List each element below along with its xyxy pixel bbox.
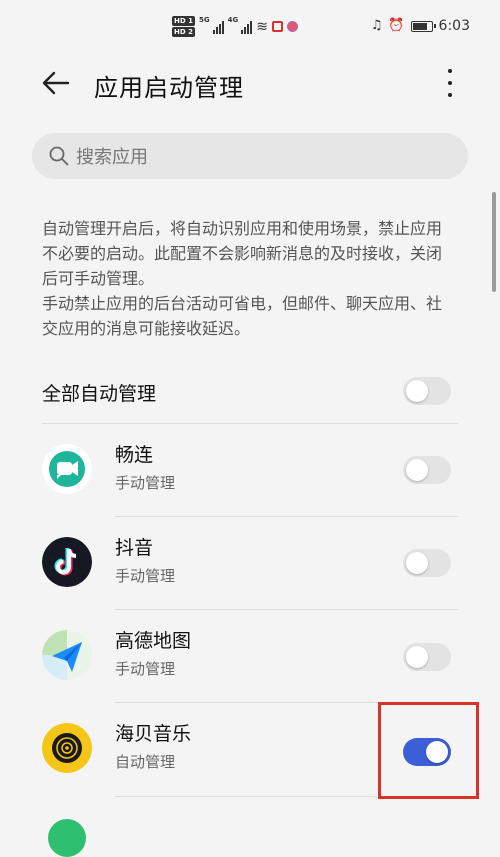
page-title: 应用启动管理 [94, 74, 244, 102]
signal2-label: 4G [227, 16, 239, 24]
notification-icon [271, 21, 283, 32]
app-name: 畅连 [115, 444, 154, 466]
status-time: 6:03 [438, 18, 470, 34]
app-name: 抖音 [115, 537, 154, 559]
app-name: 海贝音乐 [115, 723, 192, 745]
toggle-knob [406, 380, 428, 402]
signal1-icon [212, 20, 224, 34]
app-status: 手动管理 [115, 474, 176, 492]
toggle-knob [406, 552, 428, 574]
toggle-knob [406, 646, 428, 668]
highlight-box [378, 702, 479, 799]
more-options-button[interactable] [443, 65, 457, 101]
app-row-changlian[interactable]: 畅连 手动管理 [0, 424, 500, 514]
description-text: 自动管理开启后，将自动识别应用和使用场景，禁止应用不必要的启动。此配置不会影响新… [42, 216, 456, 341]
hd1-badge: HD 1 [172, 16, 195, 26]
app-row-douyin[interactable]: 抖音 手动管理 [0, 517, 500, 607]
auto-manage-all-row[interactable]: 全部自动管理 [42, 372, 458, 412]
battery-icon [410, 20, 436, 32]
description-paragraph-1: 自动管理开启后，将自动识别应用和使用场景，禁止应用不必要的启动。此配置不会影响新… [42, 219, 443, 288]
wifi-icon: ≋ [256, 18, 268, 35]
alarm-icon: ⏰ [388, 18, 405, 33]
app-status: 手动管理 [115, 660, 176, 678]
next-app-icon [48, 819, 86, 857]
amap-icon [42, 630, 92, 680]
headphones-icon: ♫ [370, 18, 383, 33]
auto-manage-all-label: 全部自动管理 [42, 383, 157, 405]
battery-level [412, 22, 427, 30]
douyin-icon [42, 537, 92, 587]
more-dot-icon [448, 81, 452, 85]
auto-manage-all-toggle[interactable] [403, 377, 451, 405]
status-icons-center: HD 1 HD 2 5G 4G ≋ [172, 16, 298, 37]
status-bar: HD 1 HD 2 5G 4G ≋ ♫ ⏰ 6:03 [0, 0, 500, 50]
app-name: 高德地图 [115, 630, 192, 652]
hd-badges: HD 1 HD 2 [172, 16, 195, 37]
status-icons-right: ♫ ⏰ 6:03 [371, 18, 470, 34]
hd2-badge: HD 2 [172, 27, 195, 37]
back-arrow-icon [42, 71, 70, 95]
app-status: 手动管理 [115, 567, 176, 585]
hiby-music-icon [42, 723, 92, 773]
app-row-next[interactable] [0, 797, 500, 857]
signal2-icon [241, 20, 253, 34]
app-toggle-douyin[interactable] [403, 549, 451, 577]
app-notification-icon [286, 21, 298, 32]
changlian-icon [42, 444, 92, 494]
app-row-amap[interactable]: 高德地图 手动管理 [0, 610, 500, 700]
app-toggle-amap[interactable] [403, 643, 451, 671]
more-dot-icon [448, 93, 452, 97]
app-header: 应用启动管理 [0, 55, 500, 115]
description-paragraph-2: 手动禁止应用的后台活动可省电，但邮件、聊天应用、社交应用的消息可能接收延迟。 [42, 294, 443, 338]
app-toggle-changlian[interactable] [403, 456, 451, 484]
search-placeholder: 搜索应用 [76, 147, 148, 168]
app-status: 自动管理 [115, 753, 176, 771]
toggle-knob [406, 459, 428, 481]
more-dot-icon [448, 69, 452, 73]
search-icon [49, 146, 69, 166]
back-button[interactable] [40, 67, 72, 99]
search-input[interactable]: 搜索应用 [32, 133, 468, 179]
scrollbar[interactable] [492, 192, 496, 292]
signal1-label: 5G [198, 16, 210, 24]
